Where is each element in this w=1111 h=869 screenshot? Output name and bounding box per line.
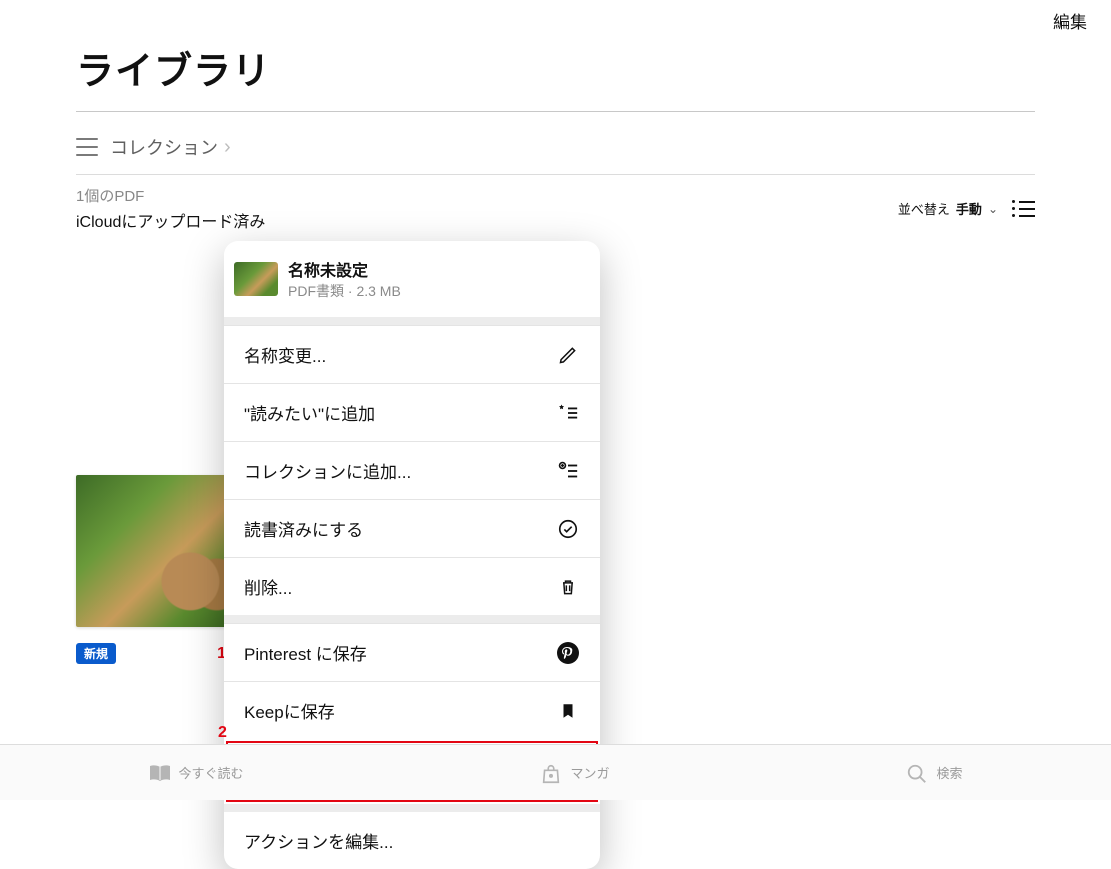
popover-header: 名称未設定 PDF書類 · 2.3 MB [224,241,600,317]
mark-read-item[interactable]: 読書済みにする [224,499,600,557]
popover-subtitle: PDF書類 · 2.3 MB [288,281,401,301]
divider [76,111,1035,112]
thumbnail-icon [234,262,278,296]
meta-row: 1個のPDF iCloudにアップロード済み 並べ替え 手動 ⌄ [0,175,1111,232]
keep-item[interactable]: Keepに保存 [224,681,600,739]
add-want-read-label: "読みたい"に追加 [244,400,375,425]
search-icon [906,763,930,783]
book-open-icon [148,763,172,783]
add-to-list-star-icon [556,401,580,425]
add-collection-label: コレクションに追加... [244,458,411,483]
tab-manga[interactable]: マンガ [540,763,609,783]
pinterest-label: Pinterest に保存 [244,640,367,665]
annotation-2: 2 [218,724,227,742]
tab-read-label: 今すぐ読む [178,763,243,782]
new-badge: 新規 [76,643,116,664]
popover-title: 名称未設定 [288,257,401,281]
add-to-list-icon [556,459,580,483]
separator [224,615,600,623]
trash-icon [556,575,580,599]
sort-value: 手動 [956,199,982,218]
chevron-down-icon: ⌄ [988,202,998,216]
page-title: ライブラリ [76,40,1035,95]
pdf-count: 1個のPDF [76,188,144,205]
breadcrumb-label: コレクション [110,134,218,160]
pencil-icon [556,343,580,367]
rename-label: 名称変更... [244,342,326,367]
edit-button[interactable]: 編集 [1053,8,1087,33]
bag-icon [540,763,564,783]
separator [224,804,600,812]
edit-actions-label: アクションを編集... [244,828,393,853]
delete-label: 削除... [244,574,292,599]
mark-read-label: 読書済みにする [244,516,363,541]
edit-actions-item[interactable]: アクションを編集... [224,812,600,869]
add-collection-item[interactable]: コレクションに追加... [224,441,600,499]
list-view-button[interactable] [1012,200,1035,217]
tab-manga-label: マンガ [570,763,609,782]
tab-search-label: 検索 [936,763,962,782]
separator [224,317,600,325]
keep-label: Keepに保存 [244,698,335,723]
sort-label: 並べ替え [898,199,950,218]
tab-search[interactable]: 検索 [906,763,962,783]
checkmark-circle-icon [556,517,580,541]
bookmark-icon [556,699,580,723]
header: ライブラリ [0,0,1111,124]
tab-read-now[interactable]: 今すぐ読む [148,763,243,783]
list-icon [76,138,98,156]
pinterest-item[interactable]: Pinterest に保存 [224,623,600,681]
delete-item[interactable]: 削除... [224,557,600,615]
chevron-right-icon: › [224,136,231,159]
breadcrumb[interactable]: コレクション › [0,124,1111,174]
add-want-read-item[interactable]: "読みたい"に追加 [224,383,600,441]
sort-button[interactable]: 並べ替え 手動 ⌄ [898,199,998,218]
pinterest-icon [556,641,580,665]
tab-bar: 今すぐ読む マンガ 検索 [0,744,1111,800]
upload-status: iCloudにアップロード済み [76,208,265,232]
rename-item[interactable]: 名称変更... [224,325,600,383]
